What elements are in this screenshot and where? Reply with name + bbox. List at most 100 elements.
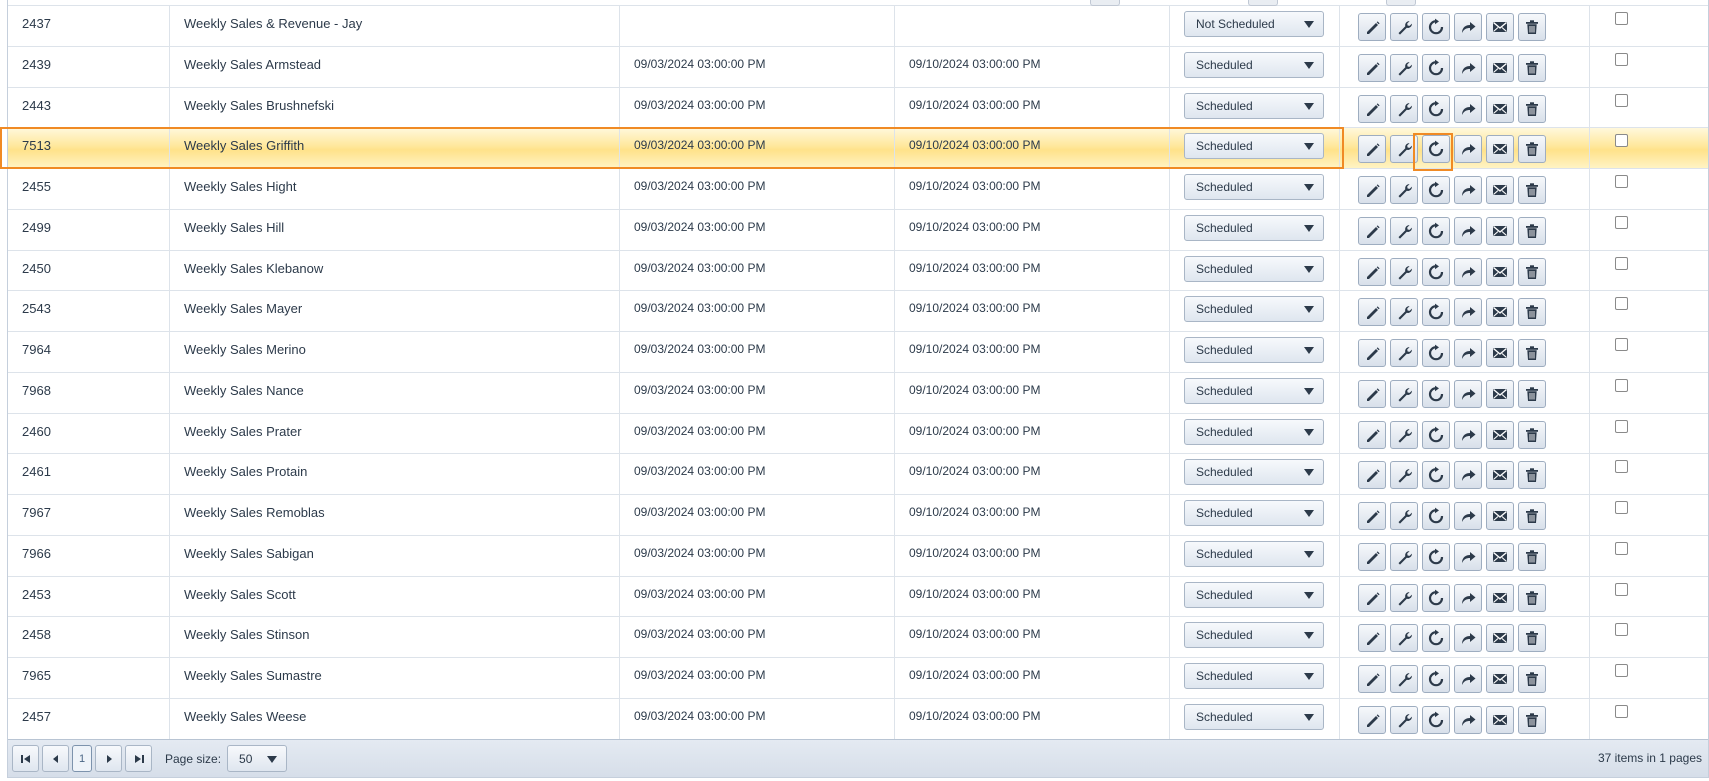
next-page-button[interactable]: [95, 745, 122, 772]
share-button[interactable]: [1454, 665, 1482, 693]
status-select[interactable]: Scheduled: [1184, 418, 1324, 445]
row-checkbox[interactable]: [1615, 378, 1628, 392]
edit-button[interactable]: [1358, 339, 1386, 367]
email-button[interactable]: [1486, 257, 1514, 286]
email-button[interactable]: [1486, 176, 1514, 204]
last-page-button[interactable]: [125, 745, 152, 772]
status-select[interactable]: Scheduled: [1184, 214, 1324, 241]
status-select[interactable]: Scheduled: [1184, 540, 1324, 567]
row-checkbox[interactable]: [1615, 134, 1628, 148]
table-row[interactable]: 2443 Weekly Sales Brushnefski 09/03/2024 0…: [8, 87, 1708, 129]
refresh-button[interactable]: [1422, 542, 1450, 571]
row-checkbox[interactable]: [1615, 541, 1628, 555]
refresh-button[interactable]: [1422, 257, 1450, 286]
share-button[interactable]: [1454, 53, 1482, 82]
row-checkbox[interactable]: [1615, 175, 1628, 188]
edit-button[interactable]: [1358, 135, 1386, 164]
share-button[interactable]: [1454, 379, 1482, 408]
email-button[interactable]: [1486, 542, 1514, 571]
share-button[interactable]: [1454, 94, 1482, 123]
table-row[interactable]: 2457 Weekly Sales Weese 09/03/2024 03:00:0…: [8, 698, 1708, 740]
email-button[interactable]: [1486, 339, 1514, 367]
table-row[interactable]: 7964 Weekly Sales Merino 09/03/2024 03:00:…: [8, 332, 1708, 373]
table-row[interactable]: 2543 Weekly Sales Mayer 09/03/2024 03:00:0…: [8, 291, 1708, 332]
status-select[interactable]: Scheduled: [1184, 92, 1324, 119]
row-checkbox[interactable]: [1615, 297, 1628, 311]
refresh-button[interactable]: [1422, 135, 1450, 164]
refresh-button[interactable]: [1422, 379, 1450, 408]
share-button[interactable]: [1454, 257, 1482, 286]
refresh-button[interactable]: [1422, 53, 1450, 82]
status-select[interactable]: Scheduled: [1184, 663, 1324, 689]
table-row[interactable]: 7965 Weekly Sales Sumastre 09/03/2024 03:0…: [8, 658, 1708, 699]
edit-button[interactable]: [1358, 216, 1386, 245]
status-select[interactable]: Scheduled: [1184, 51, 1324, 78]
row-checkbox[interactable]: [1615, 460, 1628, 474]
share-button[interactable]: [1454, 502, 1482, 530]
email-button[interactable]: [1486, 461, 1514, 490]
prev-page-button[interactable]: [42, 745, 69, 772]
settings-button[interactable]: [1390, 542, 1418, 571]
edit-button[interactable]: [1358, 379, 1386, 408]
row-checkbox[interactable]: [1615, 623, 1628, 637]
delete-button[interactable]: [1518, 53, 1546, 82]
share-button[interactable]: [1454, 135, 1482, 164]
share-button[interactable]: [1454, 298, 1482, 327]
share-button[interactable]: [1454, 624, 1482, 653]
settings-button[interactable]: [1390, 665, 1418, 693]
settings-button[interactable]: [1390, 461, 1418, 490]
settings-button[interactable]: [1390, 176, 1418, 204]
email-button[interactable]: [1486, 502, 1514, 530]
status-select[interactable]: Scheduled: [1184, 581, 1324, 608]
edit-button[interactable]: [1358, 461, 1386, 490]
settings-button[interactable]: [1390, 420, 1418, 449]
row-checkbox[interactable]: [1615, 256, 1628, 270]
settings-button[interactable]: [1390, 13, 1418, 41]
status-select[interactable]: Scheduled: [1184, 174, 1324, 200]
delete-button[interactable]: [1518, 379, 1546, 408]
refresh-button[interactable]: [1422, 339, 1450, 367]
row-checkbox[interactable]: [1615, 664, 1628, 677]
refresh-button[interactable]: [1422, 216, 1450, 245]
delete-button[interactable]: [1518, 624, 1546, 653]
row-checkbox[interactable]: [1615, 12, 1628, 25]
table-row[interactable]: 2450 Weekly Sales Klebanow 09/03/2024 03:0…: [8, 250, 1708, 292]
delete-button[interactable]: [1518, 13, 1546, 41]
status-select[interactable]: Scheduled: [1184, 459, 1324, 486]
refresh-button[interactable]: [1422, 420, 1450, 449]
share-button[interactable]: [1454, 339, 1482, 367]
settings-button[interactable]: [1390, 216, 1418, 245]
delete-button[interactable]: [1518, 420, 1546, 449]
settings-button[interactable]: [1390, 135, 1418, 164]
refresh-button[interactable]: [1422, 705, 1450, 734]
delete-button[interactable]: [1518, 705, 1546, 734]
row-checkbox[interactable]: [1615, 704, 1628, 718]
edit-button[interactable]: [1358, 624, 1386, 653]
delete-button[interactable]: [1518, 502, 1546, 530]
delete-button[interactable]: [1518, 94, 1546, 123]
table-row[interactable]: 2437 Weekly Sales & Revenue - Jay Not Sche…: [8, 6, 1708, 47]
delete-button[interactable]: [1518, 339, 1546, 367]
status-select[interactable]: Scheduled: [1184, 133, 1324, 160]
table-row[interactable]: 2458 Weekly Sales Stinson 09/03/2024 03:00…: [8, 617, 1708, 658]
table-row[interactable]: 7513 Weekly Sales Griffith 09/03/2024 03:0…: [8, 128, 1708, 169]
settings-button[interactable]: [1390, 379, 1418, 408]
settings-button[interactable]: [1390, 339, 1418, 367]
table-row[interactable]: 7966 Weekly Sales Sabigan 09/03/2024 03:00…: [8, 535, 1708, 577]
share-button[interactable]: [1454, 583, 1482, 612]
settings-button[interactable]: [1390, 257, 1418, 286]
edit-button[interactable]: [1358, 420, 1386, 449]
delete-button[interactable]: [1518, 583, 1546, 612]
share-button[interactable]: [1454, 420, 1482, 449]
status-select[interactable]: Scheduled: [1184, 622, 1324, 649]
status-select[interactable]: Scheduled: [1184, 296, 1324, 323]
settings-button[interactable]: [1390, 624, 1418, 653]
email-button[interactable]: [1486, 216, 1514, 245]
settings-button[interactable]: [1390, 502, 1418, 530]
edit-button[interactable]: [1358, 53, 1386, 82]
table-row[interactable]: 2455 Weekly Sales Hight 09/03/2024 03:00:0…: [8, 169, 1708, 210]
email-button[interactable]: [1486, 583, 1514, 612]
row-checkbox[interactable]: [1615, 582, 1628, 596]
status-select[interactable]: Scheduled: [1184, 500, 1324, 526]
refresh-button[interactable]: [1422, 298, 1450, 327]
